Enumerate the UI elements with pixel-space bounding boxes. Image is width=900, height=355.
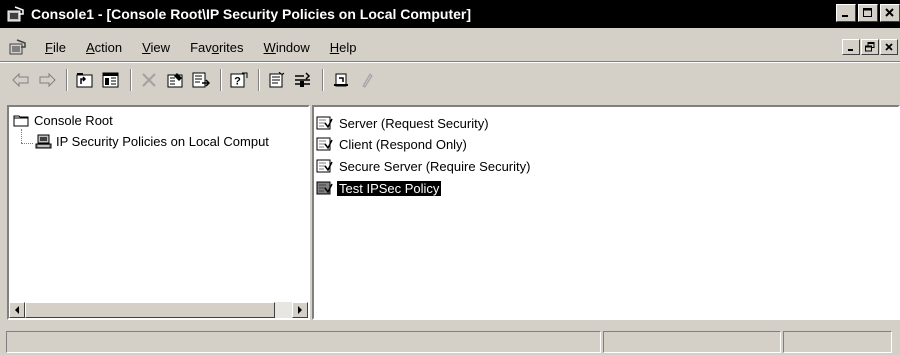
export-list-icon [192,72,210,88]
create-policy-button[interactable] [266,69,288,91]
unassign-icon [362,73,373,88]
list-item-label: Server (Request Security) [339,115,489,131]
toolbar-separator [130,69,132,91]
status-bar [0,329,900,355]
tree-item-ip-security-policies[interactable]: IP Security Policies on Local Comput [35,134,269,149]
properties-button[interactable] [164,69,186,91]
delete-button[interactable] [138,69,160,91]
show-hide-console-tree-icon [102,72,119,88]
toolbar-separator [322,69,324,91]
menu-window[interactable]: Window [254,40,320,55]
policy-icon [316,159,333,174]
properties-icon [167,73,183,88]
horizontal-scrollbar[interactable] [9,302,308,318]
status-cell-2 [603,331,781,353]
help-button[interactable]: ? [228,69,250,91]
minimize-button[interactable] [836,4,856,22]
tree-item-label: Console Root [34,113,113,128]
forward-button[interactable] [36,69,58,91]
toolbar: ? [0,64,900,96]
scroll-left-button[interactable] [9,302,25,318]
title-bar[interactable]: Console1 - [Console Root\IP Security Pol… [0,0,900,28]
menu-favorites[interactable]: Favorites [180,40,253,55]
policy-icon [316,116,333,131]
manage-filter-lists-icon [295,72,311,87]
folder-icon [13,113,30,128]
scroll-left-icon [15,306,19,314]
toolbar-separator [220,69,222,91]
minimize-icon [842,15,848,17]
mmc-console-icon[interactable] [9,39,27,55]
menu-help[interactable]: Help [320,40,367,55]
up-one-level-icon [76,73,93,88]
help-icon: ? [230,72,248,88]
tree-item-label: IP Security Policies on Local Comput [56,134,269,149]
status-cell-3 [783,331,892,353]
child-restore-button[interactable] [861,39,879,55]
menu-toolbar-divider [0,61,900,63]
menu-file[interactable]: File [35,40,76,55]
export-list-button[interactable] [190,69,212,91]
child-close-button[interactable] [880,39,898,55]
maximize-button[interactable] [858,4,878,22]
toolbar-separator [258,69,260,91]
assigned-policy-icon [316,181,333,196]
unassign-button[interactable] [356,69,378,91]
list-item-server-request-security[interactable]: Server (Request Security) [316,114,491,132]
back-icon [12,73,29,87]
create-policy-icon [269,72,285,88]
maximize-icon [863,8,872,17]
close-button[interactable] [880,4,900,22]
status-cell-main [6,331,601,353]
delete-icon [142,73,156,87]
list-item-label: Client (Respond Only) [339,136,467,152]
window-title: Console1 - [Console Root\IP Security Pol… [31,6,472,22]
tree-connector-line [21,143,33,144]
list-item-label: Secure Server (Require Security) [339,158,531,174]
manage-filter-lists-button[interactable] [292,69,314,91]
forward-icon [39,73,56,87]
list-item-client-respond-only[interactable]: Client (Respond Only) [316,135,469,153]
restore-icon [865,42,875,52]
close-icon [884,42,893,51]
svg-text:?: ? [234,76,241,88]
back-button[interactable] [10,69,32,91]
window-controls [836,4,900,22]
console-tree-pane[interactable]: Console Root IP Security Policies on Loc… [7,105,310,320]
assign-button[interactable] [330,69,352,91]
policy-icon [316,137,333,152]
scrollbar-track[interactable] [25,302,292,318]
ip-security-policies-icon [35,134,52,149]
child-window-controls [842,39,898,55]
list-item-secure-server-require-security[interactable]: Secure Server (Require Security) [316,157,532,175]
up-one-level-button[interactable] [74,69,96,91]
menu-action[interactable]: Action [76,40,132,55]
scrollbar-thumb[interactable] [25,302,275,318]
details-pane[interactable]: Server (Request Security) Client (Respon… [312,105,900,320]
show-hide-console-tree-button[interactable] [100,69,122,91]
tree-connector-line [21,129,22,143]
assign-icon [334,73,348,87]
scroll-right-button[interactable] [292,302,308,318]
minimize-icon [847,48,853,51]
menu-bar: File Action View Favorites Window Help [0,34,900,60]
menu-view[interactable]: View [132,40,180,55]
scroll-right-icon [298,306,302,314]
list-item-label: Test IPSec Policy [335,179,443,197]
mmc-console-icon [7,6,25,22]
list-item-test-ipsec-policy[interactable]: Test IPSec Policy [316,179,443,197]
child-minimize-button[interactable] [842,39,860,55]
toolbar-separator [66,69,68,91]
tree-item-console-root[interactable]: Console Root [13,113,113,128]
close-icon [885,8,894,17]
